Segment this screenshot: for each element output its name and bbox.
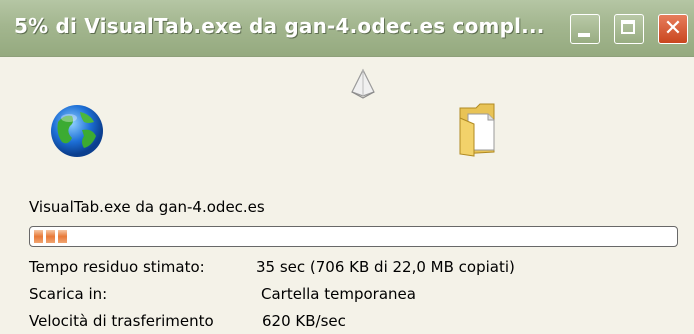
download-source: VisualTab.exe da gan-4.odec.es xyxy=(29,198,265,216)
transfer-rate-label: Velocità di trasferimento xyxy=(29,312,214,330)
close-icon: ✕ xyxy=(663,16,683,41)
progress-segment xyxy=(34,230,43,243)
title-bar[interactable]: 5% di VisualTab.exe da gan-4.odec.es com… xyxy=(0,0,694,57)
download-window: 5% di VisualTab.exe da gan-4.odec.es com… xyxy=(0,0,694,334)
flying-document-icon xyxy=(351,68,375,99)
progress-segment xyxy=(58,230,67,243)
time-remaining-value: 35 sec (706 KB di 22,0 MB copiati) xyxy=(256,258,515,276)
progress-fill xyxy=(34,230,67,243)
transfer-rate-value: 620 KB/sec xyxy=(262,312,346,330)
time-remaining-label: Tempo residuo stimato: xyxy=(29,258,205,276)
globe-icon xyxy=(51,105,103,157)
progress-segment xyxy=(46,230,55,243)
download-progress-bar xyxy=(29,226,678,247)
maximize-button[interactable] xyxy=(614,14,644,44)
folder-icon xyxy=(459,103,495,157)
download-to-value: Cartella temporanea xyxy=(261,285,416,303)
download-to-label: Scarica in: xyxy=(29,285,108,303)
close-button[interactable]: ✕ xyxy=(658,14,688,44)
minimize-button[interactable] xyxy=(570,14,600,44)
window-title: 5% di VisualTab.exe da gan-4.odec.es com… xyxy=(14,14,545,38)
